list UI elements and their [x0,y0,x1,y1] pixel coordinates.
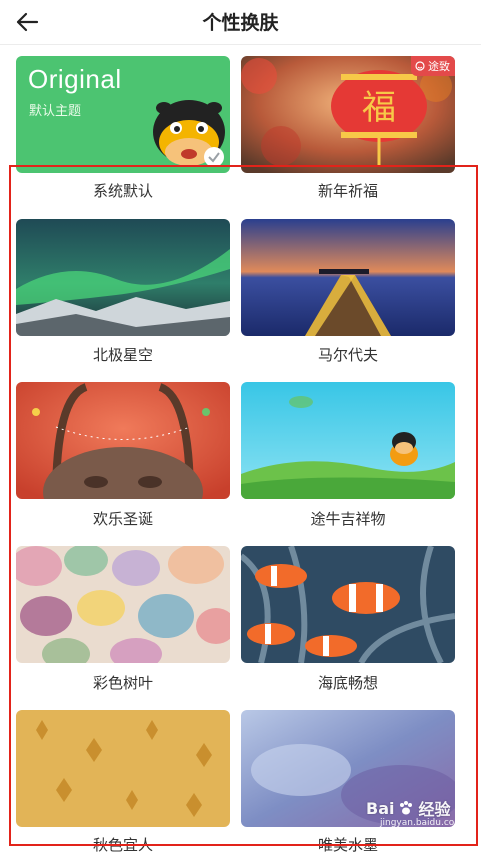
baidu-watermark: Bai 经验 [366,796,451,820]
watermark-suffix: 经验 [418,800,451,819]
theme-card-undersea[interactable] [241,546,455,663]
theme-card-aurora[interactable] [16,219,230,336]
maldives-image [241,219,455,336]
aurora-image [16,219,230,336]
theme-label: 海底畅想 [317,674,378,692]
theme-label: 欢乐圣诞 [92,510,153,528]
theme-label: 途牛吉祥物 [310,510,386,528]
theme-tag-badge: 途致 [411,56,455,76]
lantern-char: 福 [362,88,396,128]
leaves-image [16,546,230,663]
theme-card-christmas[interactable] [16,382,230,499]
theme-card-mascot[interactable] [241,382,455,499]
theme-card-new-year[interactable]: 福 途致 [241,56,455,173]
theme-card-maldives[interactable] [241,219,455,336]
app-header: 个性换肤 [0,0,481,45]
theme-card-leaves[interactable] [16,546,230,663]
theme-label: 北极星空 [92,346,153,364]
undersea-image [241,546,455,663]
theme-label: 马尔代夫 [317,346,378,364]
theme-label: 彩色树叶 [92,674,153,692]
mascot-image [241,382,455,499]
mascot-cow-icon [153,100,225,166]
selected-check-icon [204,147,224,167]
watermark-brand: Bai [366,798,395,818]
paw-icon [400,801,413,815]
christmas-image [16,382,230,499]
theme-card-default[interactable]: Original 默认主题 [16,56,230,173]
theme-label: 系统默认 [92,182,153,200]
theme-card-autumn[interactable] [16,710,230,827]
theme-tag-text: 途致 [428,60,450,73]
theme-label: 新年祈福 [317,182,378,200]
autumn-image [16,710,230,827]
smile-icon [415,61,425,71]
watermark-url: jingyan.baidu.com [380,818,464,828]
page-title: 个性换肤 [202,12,279,34]
